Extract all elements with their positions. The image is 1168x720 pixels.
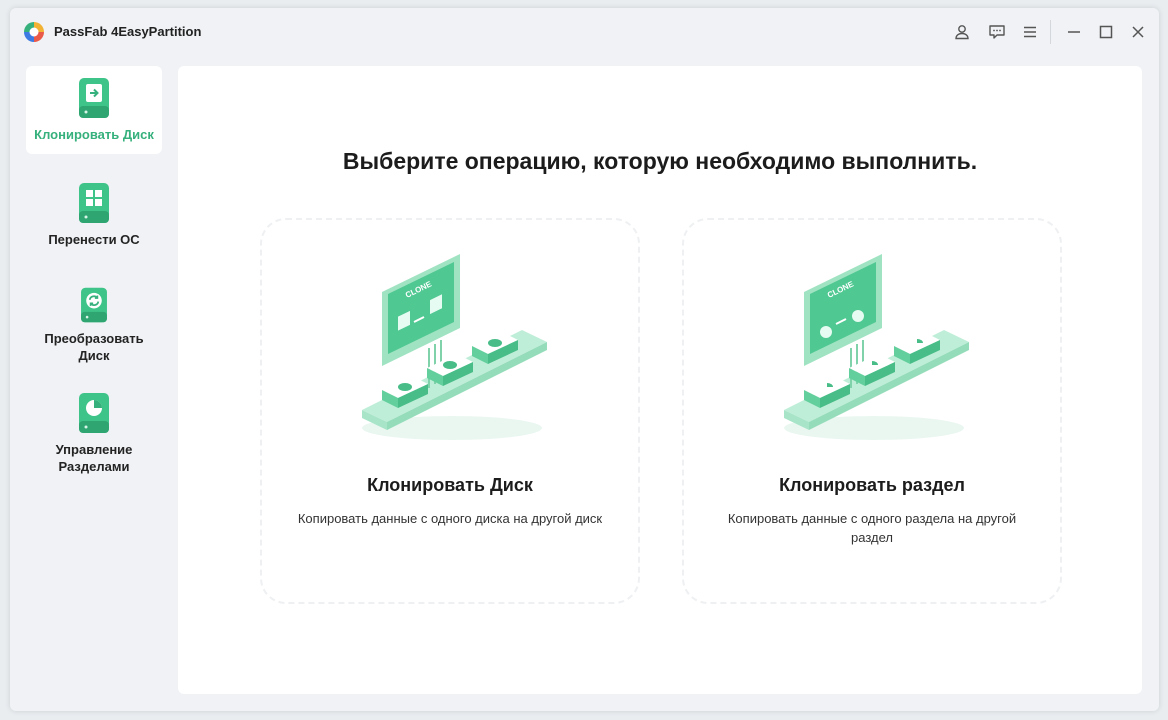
- close-icon[interactable]: [1126, 20, 1150, 44]
- clone-disk-icon: [79, 78, 109, 118]
- sidebar-item-label: Клонировать Диск: [34, 127, 154, 142]
- sidebar-item-label: Перенести ОС: [48, 232, 140, 247]
- controls-divider: [1050, 20, 1051, 44]
- card-description: Копировать данные с одного диска на друг…: [297, 511, 603, 526]
- page-title: Выберите операцию, которую необходимо вы…: [342, 148, 978, 174]
- card-description: Копировать данные с одного раздела на др…: [727, 511, 1017, 545]
- sidebar-item-clone-disk[interactable]: Клонировать Диск: [26, 66, 162, 154]
- app-title: PassFab 4EasyPartition: [54, 24, 202, 39]
- title-bar: PassFab 4EasyPartition: [10, 8, 1159, 58]
- feedback-icon[interactable]: [985, 20, 1009, 44]
- sidebar: Клонировать Диск Перенести ОС Преобразов…: [26, 66, 162, 502]
- sidebar-item-migrate-os[interactable]: Перенести ОС: [26, 171, 162, 259]
- card-title: Клонировать Диск: [367, 475, 533, 495]
- menu-icon[interactable]: [1018, 20, 1042, 44]
- sidebar-item-label: Преобразовать Диск: [44, 331, 144, 363]
- app-window: PassFab 4EasyPartition Клонировать Диск …: [10, 8, 1159, 711]
- clone-partition-card[interactable]: CLONE Клонировать раздел Копировать данн…: [682, 218, 1062, 604]
- user-icon[interactable]: [950, 20, 974, 44]
- clone-partition-illustration: CLONE: [784, 254, 969, 440]
- card-title: Клонировать раздел: [779, 475, 965, 495]
- windows-icon: [79, 183, 109, 223]
- clone-disk-card[interactable]: CLONE Клонировать Диск Копировать данные…: [260, 218, 640, 604]
- convert-icon: [81, 287, 107, 323]
- clone-disk-illustration: CLONE: [362, 254, 547, 440]
- app-logo-icon: [24, 22, 44, 42]
- sidebar-item-partition-manager[interactable]: Управление Разделами: [26, 381, 162, 485]
- sidebar-item-convert-disk[interactable]: Преобразовать Диск: [26, 276, 162, 364]
- maximize-icon[interactable]: [1094, 20, 1118, 44]
- main-panel: Выберите операцию, которую необходимо вы…: [178, 66, 1142, 694]
- minimize-icon[interactable]: [1062, 20, 1086, 44]
- pie-chart-icon: [79, 393, 109, 433]
- sidebar-item-label: Управление Разделами: [55, 442, 133, 474]
